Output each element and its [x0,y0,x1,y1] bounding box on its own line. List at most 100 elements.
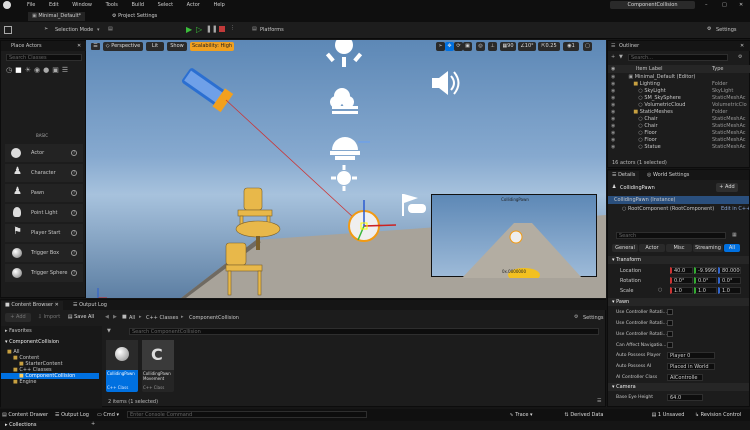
surface-snap-icon[interactable]: ⊥ [488,42,497,51]
help-icon[interactable]: ? [71,270,77,276]
add-component-button[interactable]: + Add [716,183,738,192]
location-y[interactable]: -9.9999 [694,267,717,274]
camera-speed-button[interactable]: ◉1 [563,42,579,51]
asset-tile[interactable]: C CollidingPawn Movement C++ Class [142,340,174,392]
level-viewport[interactable]: ☰ ◇ Perspective Lit Show Scalability: Hi… [86,40,606,298]
visibility-icon[interactable]: ◉ [611,88,615,94]
shapes-icon[interactable]: ◉ [34,66,43,74]
maximize-viewport-icon[interactable]: ▢ [583,42,592,51]
visibility-icon[interactable]: ◉ [611,123,615,129]
help-icon[interactable]: ? [71,210,77,216]
import-button[interactable]: ⇩ Import [35,313,63,322]
rotation-y[interactable]: 0.0° [694,277,717,284]
ai-controller-select[interactable]: AIControlle [667,374,703,381]
tree-engine[interactable]: ■ Engine [1,379,102,385]
view-options-icon[interactable]: ☰ [597,398,601,404]
scalability-button[interactable]: Scalability: High [190,42,234,51]
menu-build[interactable]: Build [131,0,144,10]
tab-world-settings[interactable]: ◎ World Settings [643,171,694,180]
platforms-button[interactable]: Platforms [260,27,284,33]
menu-window[interactable]: Window [72,0,92,10]
play-step-icon[interactable]: ▷ [196,25,202,34]
perspective-button[interactable]: ◇ Perspective [103,42,143,51]
auto-possess-player-select[interactable]: Player 0 [667,352,715,359]
filter-streaming[interactable]: Streaming [693,244,723,252]
collections-header[interactable]: ▸ Collections [1,421,102,430]
base-eye-height-input[interactable]: 64.0 [667,394,703,401]
scale-z[interactable]: 1.0 [718,287,741,294]
world-local-icon[interactable]: ◎ [476,42,485,51]
filter-all[interactable]: All [724,244,740,252]
unsaved-button[interactable]: ▤ 1 Unsaved [650,410,686,420]
scale-y[interactable]: 1.0 [694,287,717,294]
filter-general[interactable]: General [612,244,638,252]
tree-row[interactable]: ◉ ■ Lighting Folder [608,81,750,88]
scale-snap-button[interactable]: ⇱0.25 [538,42,560,51]
tree-row[interactable]: ◉ ○ Statue StaticMeshAc [608,144,750,151]
property-matrix-icon[interactable]: ▦ [732,232,737,238]
blueprint-icon[interactable]: ▤ [108,26,113,32]
location-z[interactable]: 80.0000 [718,267,741,274]
root-component[interactable]: ○ RootComponent (RootComponent) Edit in … [608,205,749,213]
volume-icon[interactable]: ▣ [52,66,62,74]
tree-row[interactable]: ◉ ○ Chair StaticMeshAc [608,116,750,123]
tab-details[interactable]: ☰ Details [608,171,640,180]
minimize-icon[interactable]: – [705,0,708,10]
tab-project-settings[interactable]: ⚙ Project Settings [108,12,162,21]
use-controller-yaw-checkbox[interactable] [667,320,673,326]
close-tab-icon[interactable]: ✕ [53,302,59,308]
cmd-button[interactable]: ▭ Cmd ▾ [97,410,119,420]
breadcrumb-cpp[interactable]: C++ Classes [146,315,178,321]
content-settings-button[interactable]: Settings [583,315,604,321]
filter-misc[interactable]: Misc [666,244,692,252]
use-controller-pitch-checkbox[interactable] [667,309,673,315]
visibility-icon[interactable]: ◉ [611,74,615,80]
details-search-input[interactable]: Search [616,232,726,239]
tree-row[interactable]: ◉ ○ Floor StaticMeshAc [608,137,750,144]
visibility-icon[interactable]: ◉ [611,102,615,108]
help-icon[interactable]: ? [71,170,77,176]
hamburger-icon[interactable]: ☰ [91,43,100,50]
save-all-button[interactable]: ▤ Save All [65,313,97,322]
tree-row[interactable]: ◉ ○ SM_SkySphere StaticMeshAc [608,95,750,102]
lock-icon[interactable]: ○ [658,287,662,293]
derived-data-button[interactable]: ⇅ Derived Data [563,410,605,420]
menu-tools[interactable]: Tools [106,0,118,10]
tab-level[interactable]: ▣ Minimal_Default* [28,12,86,21]
trace-button[interactable]: ∿ Trace ▾ [508,410,534,420]
help-icon[interactable]: ? [71,250,77,256]
favorites-header[interactable]: ▸ Favorites [1,327,102,336]
select-mode-icon[interactable]: ➣ [436,42,445,51]
menu-select[interactable]: Select [158,0,173,10]
column-label[interactable]: Item Label [636,66,662,72]
all-classes-icon[interactable]: ☰ [62,66,71,74]
filter-icon[interactable]: ▼ [107,328,111,334]
maximize-icon[interactable]: □ [722,0,727,10]
player-start-item[interactable]: ⚑ Player Start ? [5,224,83,242]
tab-output-log[interactable]: ☰ Output Log [69,301,111,310]
breadcrumb-project[interactable]: ComponentCollision [189,315,239,321]
light-icon[interactable]: ☀ [25,66,34,74]
column-type[interactable]: Type [712,66,723,72]
add-button[interactable]: + Add [5,313,31,322]
tab-content-browser[interactable]: ■ Content Browser ✕ [1,301,63,310]
actor-name[interactable]: CollidingPawn [620,185,655,191]
filter-icon[interactable]: ▼ [619,54,623,60]
mode-icon[interactable]: ➣ [44,26,48,32]
rotation-x[interactable]: 0.0° [670,277,693,284]
unreal-logo-icon[interactable] [3,1,11,9]
camera-section[interactable]: ▾ Camera [608,383,749,391]
scale-x[interactable]: 1.0 [670,287,693,294]
visibility-icon[interactable]: ◉ [611,95,615,101]
save-icon[interactable] [4,26,12,34]
menu-file[interactable]: File [27,0,35,10]
rotation-z[interactable]: 0.0° [718,277,741,284]
pause-icon[interactable]: ❚❚ [206,25,218,33]
console-input[interactable]: Enter Console Command [127,411,367,418]
tree-row[interactable]: ◉ ○ Chair StaticMeshAc [608,123,750,130]
show-button[interactable]: Show [167,42,187,51]
pawn-section[interactable]: ▾ Pawn [608,298,749,306]
point-light-item[interactable]: Point Light ? [5,204,83,222]
close-tab-icon[interactable]: ✕ [77,43,81,49]
search-input[interactable]: Search Classes [6,54,82,61]
